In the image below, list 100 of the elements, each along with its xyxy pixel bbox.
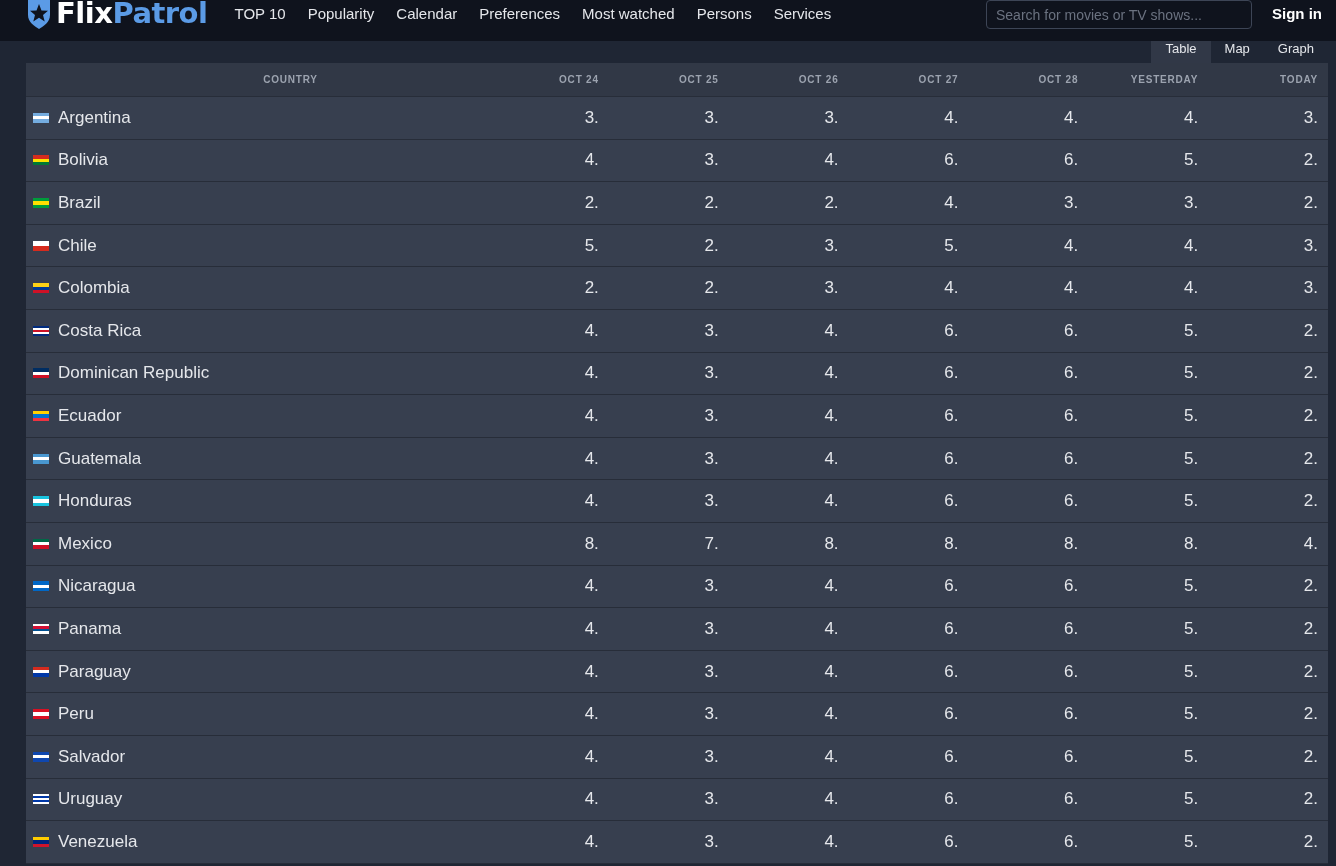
sign-in-link[interactable]: Sign in bbox=[1272, 5, 1322, 22]
rank-cell-text: 3. bbox=[703, 404, 720, 427]
nav-link[interactable]: Most watched bbox=[571, 5, 686, 22]
country-name[interactable]: Uruguay bbox=[58, 789, 123, 810]
rank-cell-text: 6. bbox=[1063, 660, 1080, 683]
rank-cell-text: 6. bbox=[943, 447, 960, 470]
rank-cell-text: 5. bbox=[1182, 404, 1200, 427]
rank-cell-text: 5. bbox=[1182, 149, 1200, 172]
country-name[interactable]: Argentina bbox=[58, 107, 131, 128]
country-name[interactable]: Ecuador bbox=[58, 405, 122, 426]
rank-cell-text: 5. bbox=[1182, 745, 1200, 768]
rank-cell-text: 2. bbox=[703, 234, 720, 257]
nav-link[interactable]: Calendar bbox=[385, 5, 469, 22]
flag-icon bbox=[33, 794, 49, 805]
rank-cell-text: 3. bbox=[703, 447, 720, 470]
rank-cell-text: 4. bbox=[583, 575, 600, 598]
flag-icon bbox=[33, 709, 49, 720]
country-name[interactable]: Bolivia bbox=[58, 150, 109, 171]
nav-link[interactable]: Popularity bbox=[296, 5, 386, 22]
logo[interactable]: FlixPatrol bbox=[26, 0, 208, 29]
rank-cell-text: 3. bbox=[1063, 192, 1080, 214]
rank-cell-text: 6. bbox=[1063, 745, 1080, 768]
nav-link[interactable]: Services bbox=[762, 5, 843, 22]
view-tab[interactable]: Table bbox=[1151, 41, 1211, 63]
rank-cell-text: 5. bbox=[1182, 362, 1200, 385]
rank-cell-text: 4. bbox=[943, 106, 960, 129]
rank-cell-text: 4. bbox=[823, 788, 840, 811]
rank-cell-text: 6. bbox=[943, 788, 960, 811]
rank-cell-text: 6. bbox=[1063, 362, 1080, 385]
rank-cell-text: 4. bbox=[583, 660, 600, 683]
column-header: OCT 26 bbox=[797, 73, 840, 87]
rank-cell-text: 3. bbox=[1182, 192, 1200, 214]
flag-icon bbox=[33, 836, 49, 847]
country-name[interactable]: Paraguay bbox=[58, 661, 131, 682]
rank-cell-text: 3. bbox=[703, 490, 720, 513]
view-tab[interactable]: Map bbox=[1210, 41, 1264, 63]
country-name[interactable]: Colombia bbox=[58, 278, 130, 299]
country-name[interactable]: Dominican Republic bbox=[58, 363, 210, 384]
rank-cell-text: 3. bbox=[703, 617, 720, 640]
rank-cell-text: 4. bbox=[583, 788, 600, 811]
rank-cell-text: 2. bbox=[1302, 490, 1319, 513]
country-name[interactable]: Brazil bbox=[58, 193, 101, 213]
rank-cell-text: 3. bbox=[1302, 106, 1319, 129]
rank-cell-text: 5. bbox=[1182, 660, 1200, 683]
country-name[interactable]: Panama bbox=[58, 618, 122, 639]
rank-cell-text: 5. bbox=[1182, 703, 1200, 726]
rank-cell-text: 3. bbox=[703, 788, 720, 811]
search-field[interactable]: Search for movies or TV shows... bbox=[986, 0, 1252, 29]
rank-cell-text: 6. bbox=[943, 404, 960, 427]
rank-cell-text: 5. bbox=[583, 234, 600, 257]
rank-cell-text: 3. bbox=[1302, 277, 1319, 300]
nav-link[interactable]: TOP 10 bbox=[223, 5, 297, 22]
rank-cell-text: 2. bbox=[1302, 362, 1319, 385]
country-name[interactable]: Costa Rica bbox=[58, 320, 142, 341]
rank-cell-text: 2. bbox=[1302, 149, 1319, 172]
rank-cell-text: 2. bbox=[1302, 788, 1319, 811]
rank-cell-text: 5. bbox=[1182, 447, 1200, 470]
rank-cell-text: 4. bbox=[583, 404, 600, 427]
rank-cell-text: 5. bbox=[1182, 575, 1200, 598]
country-name[interactable]: Guatemala bbox=[58, 448, 142, 469]
rank-cell-text: 2. bbox=[1302, 192, 1319, 214]
rank-cell-text: 4. bbox=[583, 830, 600, 853]
column-header: TODAY bbox=[1279, 73, 1319, 87]
country-name[interactable]: Mexico bbox=[58, 533, 112, 554]
rank-cell-text: 2. bbox=[583, 192, 600, 214]
rank-cell-text: 6. bbox=[1063, 788, 1080, 811]
rank-cell-text: 4. bbox=[943, 192, 960, 214]
country-name[interactable]: Honduras bbox=[58, 491, 132, 512]
rank-cell-text: 6. bbox=[1063, 319, 1080, 342]
rank-cell-text: 6. bbox=[943, 149, 960, 172]
rank-cell-text: 3. bbox=[823, 277, 840, 300]
flag-icon bbox=[33, 283, 49, 294]
rank-cell-text: 3. bbox=[703, 575, 720, 598]
nav-link[interactable]: Persons bbox=[685, 5, 763, 22]
rank-cell-text: 3. bbox=[1302, 234, 1319, 257]
flag-icon bbox=[33, 198, 49, 208]
rank-cell-text: 2. bbox=[823, 192, 840, 214]
country-name[interactable]: Nicaragua bbox=[58, 576, 136, 597]
rank-cell-text: 3. bbox=[583, 106, 600, 129]
country-name[interactable]: Venezuela bbox=[58, 831, 138, 852]
nav-link[interactable]: Preferences bbox=[468, 5, 572, 22]
rank-cell-text: 6. bbox=[943, 830, 960, 853]
rank-cell-text: 2. bbox=[1302, 830, 1319, 853]
rank-cell-text: 4. bbox=[1182, 277, 1200, 300]
country-name[interactable]: Peru bbox=[58, 704, 94, 725]
rank-cell-text: 5. bbox=[1182, 617, 1200, 640]
rank-cell-text: 4. bbox=[943, 277, 960, 300]
column-header: COUNTRY bbox=[262, 73, 319, 87]
rank-cell-text: 3. bbox=[703, 106, 720, 129]
rank-cell-text: 4. bbox=[823, 617, 840, 640]
rank-cell-text: 2. bbox=[1302, 575, 1319, 598]
rank-cell-text: 4. bbox=[583, 617, 600, 640]
rank-cell-text: 4. bbox=[583, 149, 600, 172]
view-tab[interactable]: Graph bbox=[1263, 41, 1328, 63]
country-name[interactable]: Chile bbox=[58, 235, 97, 256]
rank-cell-text: 4. bbox=[583, 490, 600, 513]
flag-icon bbox=[33, 453, 49, 464]
country-name[interactable]: Salvador bbox=[58, 746, 126, 767]
rank-cell-text: 8. bbox=[943, 532, 960, 555]
rank-cell-text: 4. bbox=[823, 404, 840, 427]
